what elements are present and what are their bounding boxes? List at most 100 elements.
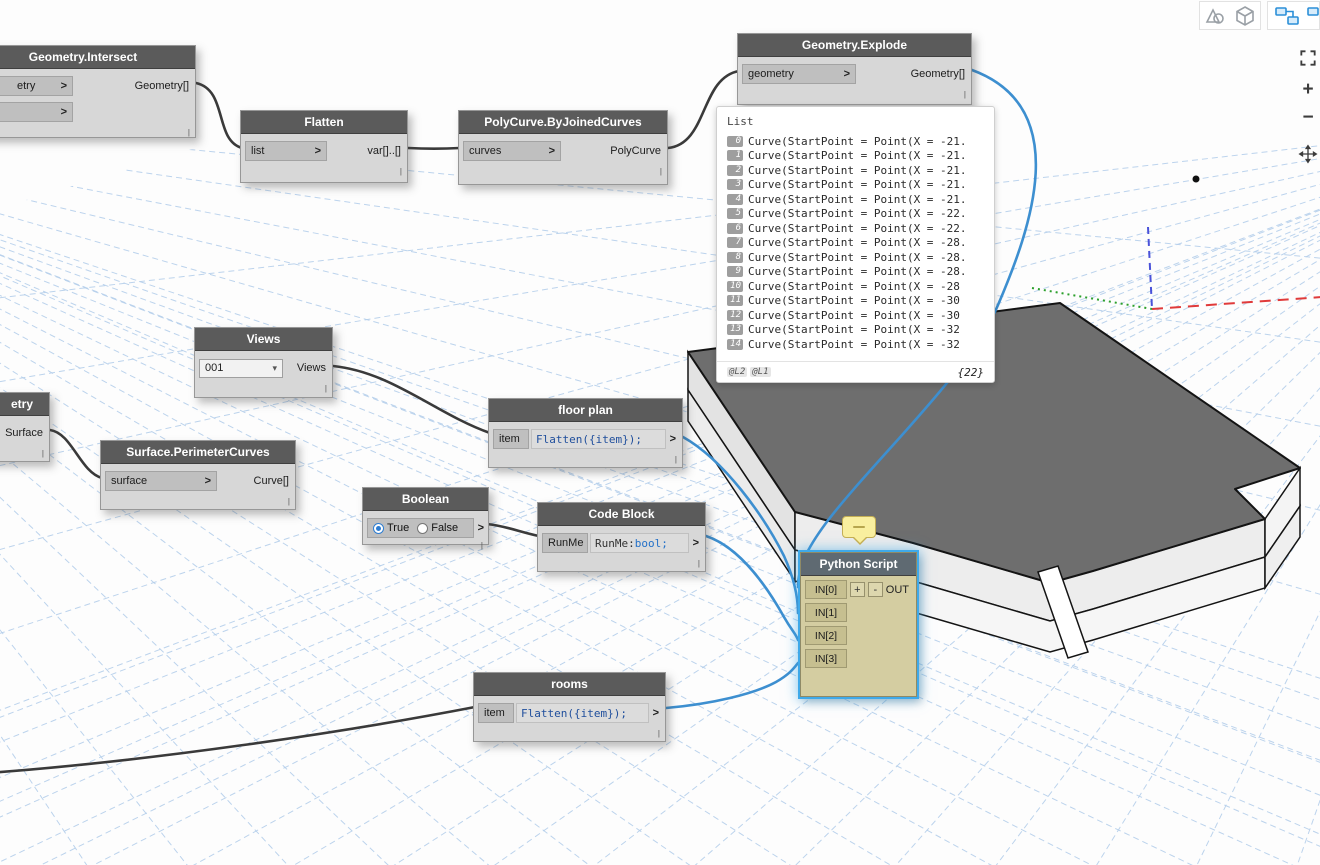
graph-view-icon[interactable] bbox=[1274, 4, 1300, 28]
radio-false[interactable]: False bbox=[417, 522, 458, 534]
node-polycurve-byjoinedcurves[interactable]: PolyCurve.ByJoinedCurves curves > PolyCu… bbox=[458, 110, 668, 185]
node-warning-bubble[interactable] bbox=[842, 516, 876, 545]
node-python-script[interactable]: Python Script IN[0] + - OUT IN[1] IN[2] … bbox=[800, 552, 917, 697]
radio-true[interactable]: True bbox=[373, 522, 409, 534]
wire-stub-perimeter[interactable] bbox=[48, 428, 104, 480]
lacing-indicator[interactable]: | bbox=[195, 382, 332, 394]
node-title[interactable]: Flatten bbox=[241, 111, 407, 134]
lacing-indicator[interactable]: | bbox=[0, 447, 49, 459]
node-rooms[interactable]: rooms item Flatten({item}); > | bbox=[473, 672, 666, 742]
views-dropdown[interactable]: 001 ▾ bbox=[199, 358, 283, 378]
input-port-curves[interactable]: curves > bbox=[463, 141, 561, 161]
output-port[interactable]: > bbox=[474, 522, 484, 534]
level-badge[interactable]: @L1 bbox=[750, 367, 771, 377]
code-input[interactable]: Flatten({item}); bbox=[531, 429, 666, 449]
list-item: 6 Curve(StartPoint = Point(X = -22. bbox=[727, 221, 984, 236]
wire-views-floorplan[interactable] bbox=[331, 364, 492, 435]
output-port-geometry[interactable]: Geometry[] bbox=[135, 80, 195, 92]
node-title[interactable]: etry bbox=[0, 393, 49, 416]
lacing-indicator[interactable]: | bbox=[101, 495, 295, 507]
output-port[interactable]: > bbox=[649, 707, 661, 719]
wire-offscreen-rooms[interactable] bbox=[0, 705, 477, 774]
node-title[interactable]: Geometry.Intersect bbox=[0, 46, 195, 69]
node-boolean[interactable]: Boolean True False > | bbox=[362, 487, 489, 550]
wire-flatten-polycurve[interactable] bbox=[406, 146, 462, 151]
preview-list-title: List bbox=[727, 115, 754, 128]
node-title[interactable]: Boolean bbox=[363, 488, 488, 511]
input-port-in2[interactable]: IN[2] bbox=[805, 626, 847, 645]
list-item: 0 Curve(StartPoint = Point(X = -21. bbox=[727, 134, 984, 149]
wire-intersect-flatten[interactable] bbox=[194, 81, 244, 150]
fit-view-icon[interactable] bbox=[1296, 46, 1320, 70]
node-title[interactable]: Surface.PerimeterCurves bbox=[101, 441, 295, 464]
output-port[interactable]: > bbox=[689, 537, 701, 549]
input-port-in1[interactable]: IN[1] bbox=[805, 603, 847, 622]
input-port-2[interactable]: > bbox=[0, 102, 73, 122]
lacing-indicator[interactable]: | bbox=[363, 541, 488, 550]
node-geometry-intersect[interactable]: Geometry.Intersect etry > Geometry[] > | bbox=[0, 45, 196, 138]
node-code-block[interactable]: Code Block RunMe RunMe: bool; > | bbox=[537, 502, 706, 572]
node-geometry-explode[interactable]: Geometry.Explode geometry > Geometry[] | bbox=[737, 33, 972, 105]
input-port-in0[interactable]: IN[0] bbox=[805, 580, 847, 599]
input-port-in3[interactable]: IN[3] bbox=[805, 649, 847, 668]
add-input-button[interactable]: + bbox=[849, 582, 865, 597]
wire-codeblock-python[interactable] bbox=[704, 534, 800, 642]
output-port-curve[interactable]: Curve[] bbox=[254, 475, 295, 487]
node-floor-plan[interactable]: floor plan item Flatten({item}); > | bbox=[488, 398, 683, 468]
node-geometry-stub[interactable]: etry Surface | bbox=[0, 392, 50, 462]
output-port-geometry[interactable]: Geometry[] bbox=[911, 68, 971, 80]
node-title[interactable]: Geometry.Explode bbox=[738, 34, 971, 57]
node-surface-perimetercurves[interactable]: Surface.PerimeterCurves surface > Curve[… bbox=[100, 440, 296, 510]
input-port-item[interactable]: item bbox=[493, 429, 529, 449]
cube-icon[interactable] bbox=[1233, 4, 1257, 28]
zoom-in-button[interactable]: + bbox=[1296, 78, 1320, 102]
list-item: 13 Curve(StartPoint = Point(X = -32 bbox=[727, 323, 984, 338]
node-views[interactable]: Views 001 ▾ Views | bbox=[194, 327, 333, 398]
input-port-geometry[interactable]: geometry > bbox=[742, 64, 856, 84]
list-item: 2 Curve(StartPoint = Point(X = -21. bbox=[727, 163, 984, 178]
output-port-var[interactable]: var[]..[] bbox=[367, 145, 407, 157]
zoom-out-button[interactable]: − bbox=[1296, 106, 1320, 130]
input-port-item[interactable]: item bbox=[478, 703, 514, 723]
level-badge[interactable]: @L2 bbox=[727, 367, 748, 377]
list-item: 7 Curve(StartPoint = Point(X = -28. bbox=[727, 236, 984, 251]
port-chevron-icon: > bbox=[60, 80, 67, 92]
node-title[interactable]: PolyCurve.ByJoinedCurves bbox=[459, 111, 667, 134]
input-port-surface[interactable]: surface > bbox=[105, 471, 217, 491]
graph-view-icon-2[interactable] bbox=[1306, 4, 1319, 28]
output-port-polycurve[interactable]: PolyCurve bbox=[610, 145, 667, 157]
boolean-options: True False bbox=[367, 518, 474, 538]
output-port-views[interactable]: Views bbox=[297, 362, 332, 374]
input-port-geometry[interactable]: etry > bbox=[0, 76, 73, 96]
node-title[interactable]: Python Script bbox=[801, 553, 916, 576]
port-chevron-icon: > bbox=[204, 475, 211, 487]
lacing-indicator[interactable]: | bbox=[241, 165, 407, 177]
output-port[interactable]: > bbox=[666, 433, 678, 445]
port-chevron-icon: > bbox=[843, 68, 850, 80]
code-input[interactable]: RunMe: bool; bbox=[590, 533, 689, 553]
remove-input-button[interactable]: - bbox=[867, 582, 883, 597]
node-flatten[interactable]: Flatten list > var[]..[] | bbox=[240, 110, 408, 183]
output-port-surface[interactable]: Surface bbox=[5, 427, 49, 439]
node-title[interactable]: Views bbox=[195, 328, 332, 351]
lacing-indicator[interactable]: | bbox=[474, 727, 665, 739]
lacing-indicator[interactable]: | bbox=[489, 453, 682, 465]
input-port-runme[interactable]: RunMe bbox=[542, 533, 588, 553]
node-title[interactable]: Code Block bbox=[538, 503, 705, 526]
wire-rooms-python[interactable] bbox=[664, 661, 800, 710]
preview-bubble[interactable]: List 0 Curve(StartPoint = Point(X = -21. … bbox=[716, 106, 995, 383]
list-item: 12 Curve(StartPoint = Point(X = -30 bbox=[727, 308, 984, 323]
geometry-preview-icon[interactable] bbox=[1203, 4, 1227, 28]
output-port-out[interactable]: OUT bbox=[886, 584, 912, 596]
node-title[interactable]: rooms bbox=[474, 673, 665, 696]
lacing-indicator[interactable]: | bbox=[459, 165, 667, 177]
input-port-list[interactable]: list > bbox=[245, 141, 327, 161]
lacing-indicator[interactable]: | bbox=[738, 88, 971, 100]
lacing-indicator[interactable]: | bbox=[0, 126, 195, 138]
pan-icon[interactable] bbox=[1296, 142, 1320, 166]
lacing-indicator[interactable]: | bbox=[538, 557, 705, 569]
code-input[interactable]: Flatten({item}); bbox=[516, 703, 649, 723]
wire-boolean-codeblock[interactable] bbox=[485, 522, 541, 538]
port-chevron-icon: > bbox=[548, 145, 555, 157]
node-title[interactable]: floor plan bbox=[489, 399, 682, 422]
